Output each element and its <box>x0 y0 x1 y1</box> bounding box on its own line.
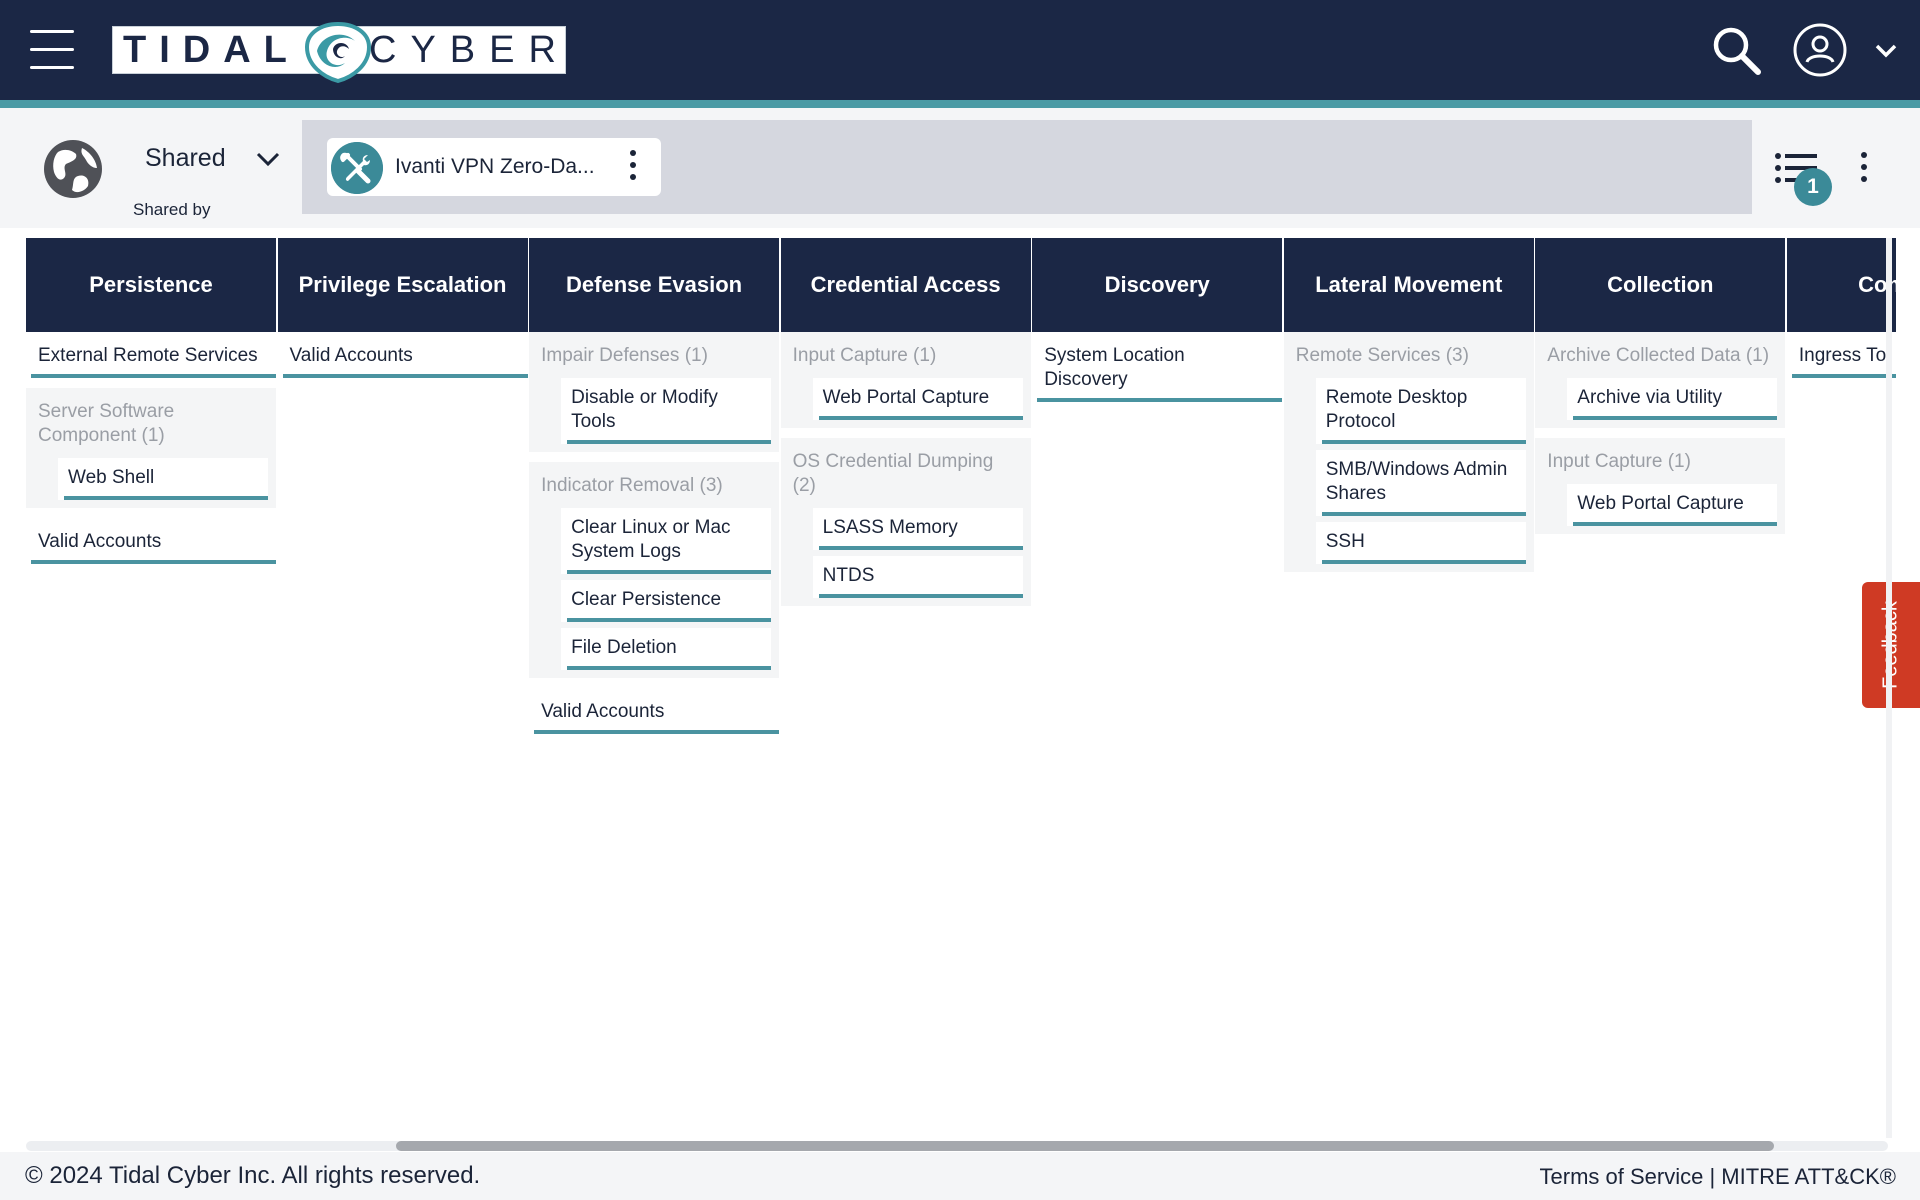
technique-cell[interactable]: Ingress To <box>1786 332 1896 378</box>
technique-cell[interactable]: External Remote Services <box>26 332 276 378</box>
tactic-column: Collection Archive Collected Data (1) Arch… <box>1535 238 1786 544</box>
technique-group-title[interactable]: OS Credential Dumping (2) <box>781 438 1031 508</box>
tactic-techniques: External Remote Services Server Software … <box>26 332 276 564</box>
sub-technique-list: Archive via Utility <box>1535 378 1785 428</box>
tactic-header[interactable]: Persistence <box>26 238 276 332</box>
chevron-down-icon[interactable] <box>254 150 282 170</box>
tactic-techniques: Remote Services (3) Remote Desktop Protoc… <box>1283 332 1534 572</box>
tactic-column: Lateral Movement Remote Services (3) Remot… <box>1283 238 1534 582</box>
sub-technique-list: Disable or Modify Tools <box>529 378 779 452</box>
tactic-header[interactable]: Command <box>1786 238 1896 332</box>
tactic-techniques: System Location Discovery <box>1032 332 1283 402</box>
tactic-column: Defense Evasion Impair Defenses (1) Disabl… <box>529 238 780 734</box>
terms-of-service-link[interactable]: Terms of Service <box>1540 1164 1704 1189</box>
tidal-cyber-logo[interactable]: TIDAL CYBER <box>112 21 566 83</box>
attack-matrix: Persistence External Remote Services Serve… <box>26 238 1896 1138</box>
top-navigation-bar: TIDAL CYBER <box>0 0 1920 100</box>
tab-label: Ivanti VPN Zero-Da... <box>395 155 595 178</box>
sub-technique-cell[interactable]: Disable or Modify Tools <box>561 378 772 444</box>
mitre-attack-link[interactable]: MITRE ATT&CK® <box>1721 1164 1896 1189</box>
sub-technique-list: LSASS Memory NTDS <box>781 508 1031 606</box>
scope-label[interactable]: Shared <box>145 144 226 173</box>
matrix-tab-strip: Ivanti VPN Zero-Da... <box>302 120 1752 214</box>
logo-text-left: TIDAL <box>123 29 300 71</box>
sub-technique-cell[interactable]: SMB/Windows Admin Shares <box>1315 450 1526 516</box>
technique-group: Archive Collected Data (1) Archive via Ut… <box>1535 332 1786 428</box>
sub-technique-cell[interactable]: LSASS Memory <box>812 508 1023 550</box>
matrix-toolbar: Shared Shared by Ivanti VPN Zero-Da... 1 <box>0 108 1920 228</box>
logo-text-right: CYBER <box>369 29 570 71</box>
technique-group-title[interactable]: Indicator Removal (3) <box>529 462 779 508</box>
sub-technique-list: Web Portal Capture <box>1535 484 1785 534</box>
tactic-techniques: Archive Collected Data (1) Archive via Ut… <box>1535 332 1786 534</box>
tactic-techniques: Ingress To <box>1786 332 1896 378</box>
technique-cell[interactable]: System Location Discovery <box>1032 332 1283 402</box>
technique-group: Server Software Component (1) Web Shell <box>26 388 276 508</box>
sub-technique-list: Web Shell <box>26 458 276 508</box>
sub-technique-list: Web Portal Capture <box>781 378 1031 428</box>
sub-technique-cell[interactable]: Archive via Utility <box>1567 378 1778 420</box>
tactic-header[interactable]: Defense Evasion <box>529 238 780 332</box>
sub-technique-cell[interactable]: Clear Linux or Mac System Logs <box>561 508 772 574</box>
sub-technique-cell[interactable]: SSH <box>1315 522 1526 564</box>
technique-group: Input Capture (1) Web Portal Capture <box>780 332 1031 428</box>
search-icon[interactable] <box>1710 24 1762 76</box>
copyright-text: © 2024 Tidal Cyber Inc. All rights reser… <box>25 1162 481 1189</box>
technique-group: Remote Services (3) Remote Desktop Protoc… <box>1283 332 1534 572</box>
horizontal-scrollbar-thumb[interactable] <box>396 1141 1774 1151</box>
technique-group: Input Capture (1) Web Portal Capture <box>1535 438 1786 534</box>
logo-wave-shield-icon <box>304 21 372 83</box>
sub-technique-cell[interactable]: Remote Desktop Protocol <box>1315 378 1526 444</box>
technique-group: Impair Defenses (1) Disable or Modify Too… <box>529 332 780 452</box>
globe-icon <box>44 140 102 198</box>
chevron-down-icon[interactable] <box>1872 38 1900 62</box>
sub-technique-cell[interactable]: Web Shell <box>58 458 268 500</box>
technique-cell[interactable]: Valid Accounts <box>529 688 780 734</box>
technique-group-title[interactable]: Input Capture (1) <box>1535 438 1785 484</box>
sub-technique-cell[interactable]: NTDS <box>812 556 1023 598</box>
header-accent-stripe <box>0 100 1920 108</box>
tactic-column: Discovery System Location Discovery <box>1032 238 1283 402</box>
page-footer: © 2024 Tidal Cyber Inc. All rights reser… <box>0 1152 1920 1200</box>
sub-technique-list: Remote Desktop Protocol SMB/Windows Admin… <box>1284 378 1534 572</box>
footer-separator: | <box>1703 1164 1722 1189</box>
technique-group-title[interactable]: Remote Services (3) <box>1284 332 1534 378</box>
tactic-techniques: Input Capture (1) Web Portal Capture OS Cr… <box>780 332 1031 606</box>
tactic-column: Credential Access Input Capture (1) Web Po… <box>780 238 1031 616</box>
technique-group: Indicator Removal (3) Clear Linux or Mac … <box>529 462 780 678</box>
tactic-header[interactable]: Privilege Escalation <box>277 238 528 332</box>
sub-technique-cell[interactable]: File Deletion <box>561 628 772 670</box>
tactic-column: Privilege Escalation Valid Accounts <box>277 238 528 378</box>
filter-count-badge[interactable]: 1 <box>1794 168 1832 206</box>
tactic-techniques: Impair Defenses (1) Disable or Modify Too… <box>529 332 780 734</box>
sub-technique-list: Clear Linux or Mac System Logs Clear Pers… <box>529 508 779 678</box>
more-options-icon[interactable] <box>1858 152 1870 192</box>
technique-group-title[interactable]: Input Capture (1) <box>781 332 1031 378</box>
vertical-scrollbar[interactable] <box>1886 238 1892 1138</box>
technique-group-title[interactable]: Archive Collected Data (1) <box>1535 332 1785 378</box>
tactic-column: Persistence External Remote Services Serve… <box>26 238 276 564</box>
tab-more-options-icon[interactable] <box>627 150 639 184</box>
tactic-header[interactable]: Collection <box>1535 238 1786 332</box>
hamburger-menu-icon[interactable] <box>30 28 74 72</box>
tactic-techniques: Valid Accounts <box>277 332 528 378</box>
shared-by-label: Shared by <box>133 200 211 219</box>
technique-cell[interactable]: Valid Accounts <box>277 332 528 378</box>
tactic-header[interactable]: Credential Access <box>780 238 1031 332</box>
sub-technique-cell[interactable]: Web Portal Capture <box>1567 484 1778 526</box>
tools-wrench-icon <box>331 142 383 194</box>
technique-cell[interactable]: Valid Accounts <box>26 518 276 564</box>
footer-links: Terms of Service | MITRE ATT&CK® <box>1540 1164 1896 1190</box>
tactic-header[interactable]: Lateral Movement <box>1283 238 1534 332</box>
sub-technique-cell[interactable]: Web Portal Capture <box>812 378 1023 420</box>
technique-group-title[interactable]: Server Software Component (1) <box>26 388 276 458</box>
tactic-column: CommandIngress To <box>1786 238 1896 378</box>
technique-group-title[interactable]: Impair Defenses (1) <box>529 332 779 378</box>
user-account-icon[interactable] <box>1792 22 1848 78</box>
tab-ivanti-vpn[interactable]: Ivanti VPN Zero-Da... <box>327 138 661 196</box>
sub-technique-cell[interactable]: Clear Persistence <box>561 580 772 622</box>
tactic-header[interactable]: Discovery <box>1032 238 1283 332</box>
technique-group: OS Credential Dumping (2) LSASS Memory NTD… <box>780 438 1031 606</box>
